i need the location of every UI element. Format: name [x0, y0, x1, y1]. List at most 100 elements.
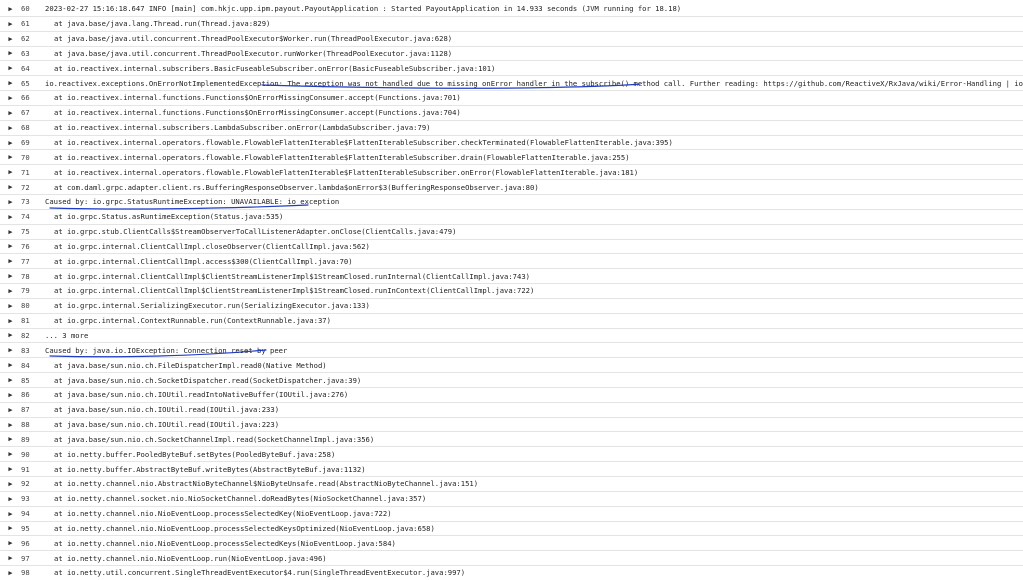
expand-toggle-icon[interactable]: ▶: [6, 376, 15, 384]
line-number: 62: [21, 34, 30, 44]
expand-toggle-icon[interactable]: ▶: [6, 20, 15, 28]
expand-toggle-icon[interactable]: ▶: [6, 213, 15, 221]
log-row[interactable]: ▶ 84 at java.base/sun.nio.ch.FileDispatche…: [0, 358, 1023, 374]
expand-toggle-icon[interactable]: ▶: [6, 450, 15, 458]
expand-toggle-icon[interactable]: ▶: [6, 228, 15, 236]
expand-toggle-icon[interactable]: ▶: [6, 524, 15, 532]
log-message: at io.reactivex.internal.operators.flowa…: [54, 138, 673, 148]
expand-toggle-icon[interactable]: ▶: [6, 242, 15, 250]
expand-toggle-icon[interactable]: ▶: [6, 49, 15, 57]
expand-toggle-icon[interactable]: ▶: [6, 183, 15, 191]
line-number: 89: [21, 434, 30, 444]
log-message: at io.grpc.internal.SerializingExecutor.…: [54, 301, 370, 311]
log-row[interactable]: ▶ 96 at io.netty.channel.nio.NioEventLoop.…: [0, 536, 1023, 552]
log-row[interactable]: ▶ 72 at com.daml.grpc.adapter.client.rs.Bu…: [0, 180, 1023, 195]
log-row[interactable]: ▶ 81 at io.grpc.internal.ContextRunnable.r…: [0, 314, 1023, 329]
log-row[interactable]: ▶ 71 at io.reactivex.internal.operators.fl…: [0, 165, 1023, 181]
log-row[interactable]: ▶ 77 at io.grpc.internal.ClientCallImpl.ac…: [0, 254, 1023, 270]
expand-toggle-icon[interactable]: ▶: [6, 198, 15, 206]
expand-toggle-icon[interactable]: ▶: [6, 361, 15, 369]
expand-toggle-icon[interactable]: ▶: [6, 153, 15, 161]
log-viewer[interactable]: ▶ 60 2023-02-27 15:16:18.647 INFO [main] c…: [0, 0, 1023, 580]
expand-toggle-icon[interactable]: ▶: [6, 168, 15, 176]
log-row[interactable]: ▶ 97 at io.netty.channel.nio.NioEventLoop.…: [0, 551, 1023, 567]
log-row[interactable]: ▶ 73 Caused by: io.grpc.StatusRuntimeExcep…: [0, 195, 1023, 210]
log-message: at io.netty.channel.nio.NioEventLoop.pro…: [54, 523, 435, 533]
line-number: 77: [21, 256, 30, 266]
log-row[interactable]: ▶ 65 io.reactivex.exceptions.OnErrorNotImp…: [0, 76, 1023, 92]
line-number: 84: [21, 360, 30, 370]
log-row[interactable]: ▶ 74 at io.grpc.Status.asRuntimeException(…: [0, 210, 1023, 225]
log-row[interactable]: ▶ 82 ... 3 more: [0, 329, 1023, 344]
log-row[interactable]: ▶ 91 at io.netty.buffer.AbstractByteBuf.wr…: [0, 462, 1023, 477]
log-row[interactable]: ▶ 76 at io.grpc.internal.ClientCallImpl.cl…: [0, 240, 1023, 255]
expand-toggle-icon[interactable]: ▶: [6, 435, 15, 443]
log-row[interactable]: ▶ 67 at io.reactivex.internal.functions.Fu…: [0, 106, 1023, 121]
log-message: at java.base/sun.nio.ch.IOUtil.read(IOUt…: [54, 420, 280, 430]
log-row[interactable]: ▶ 80 at io.grpc.internal.SerializingExecut…: [0, 299, 1023, 314]
log-row[interactable]: ▶ 75 at io.grpc.stub.ClientCalls$StreamObs…: [0, 225, 1023, 240]
log-row[interactable]: ▶ 69 at io.reactivex.internal.operators.fl…: [0, 136, 1023, 151]
expand-toggle-icon[interactable]: ▶: [6, 257, 15, 265]
expand-toggle-icon[interactable]: ▶: [6, 287, 15, 295]
expand-toggle-icon[interactable]: ▶: [6, 406, 15, 414]
log-message: ... 3 more: [45, 330, 89, 340]
line-number: 72: [21, 182, 30, 192]
log-row[interactable]: ▶ 87 at java.base/sun.nio.ch.IOUtil.read(I…: [0, 403, 1023, 418]
expand-toggle-icon[interactable]: ▶: [6, 94, 15, 102]
expand-toggle-icon[interactable]: ▶: [6, 317, 15, 325]
log-row[interactable]: ▶ 93 at io.netty.channel.socket.nio.NioSoc…: [0, 492, 1023, 507]
line-number: 86: [21, 390, 30, 400]
log-row[interactable]: ▶ 95 at io.netty.channel.nio.NioEventLoop.…: [0, 522, 1023, 537]
log-message: 2023-02-27 15:16:18.647 INFO [main] com.…: [45, 4, 682, 14]
log-row[interactable]: ▶ 88 at java.base/sun.nio.ch.IOUtil.read(I…: [0, 418, 1023, 433]
expand-toggle-icon[interactable]: ▶: [6, 495, 15, 503]
expand-toggle-icon[interactable]: ▶: [6, 554, 15, 562]
log-row[interactable]: ▶ 89 at java.base/sun.nio.ch.SocketChannel…: [0, 432, 1023, 448]
line-number: 90: [21, 449, 30, 459]
log-message: at io.reactivex.internal.functions.Funct…: [54, 108, 461, 118]
log-message: at io.grpc.internal.ClientCallImpl$Clien…: [54, 286, 535, 296]
log-message: at io.reactivex.internal.operators.flowa…: [54, 152, 630, 162]
expand-toggle-icon[interactable]: ▶: [6, 79, 15, 87]
expand-toggle-icon[interactable]: ▶: [6, 272, 15, 280]
log-row[interactable]: ▶ 70 at io.reactivex.internal.operators.fl…: [0, 150, 1023, 166]
expand-toggle-icon[interactable]: ▶: [6, 109, 15, 117]
expand-toggle-icon[interactable]: ▶: [6, 465, 15, 473]
log-row[interactable]: ▶ 62 at java.base/java.util.concurrent.Thr…: [0, 32, 1023, 47]
expand-toggle-icon[interactable]: ▶: [6, 302, 15, 310]
log-row[interactable]: ▶ 61 at java.base/java.lang.Thread.run(Thr…: [0, 17, 1023, 32]
log-row[interactable]: ▶ 64 at io.reactivex.internal.subscribers.…: [0, 61, 1023, 77]
expand-toggle-icon[interactable]: ▶: [6, 391, 15, 399]
log-message: at io.reactivex.internal.subscribers.Bas…: [54, 63, 496, 73]
line-number: 79: [21, 286, 30, 296]
log-row[interactable]: ▶ 86 at java.base/sun.nio.ch.IOUtil.readIn…: [0, 388, 1023, 403]
log-row[interactable]: ▶ 83 Caused by: java.io.IOException: Conne…: [0, 343, 1023, 359]
log-row[interactable]: ▶ 68 at io.reactivex.internal.subscribers.…: [0, 121, 1023, 136]
log-row[interactable]: ▶ 78 at io.grpc.internal.ClientCallImpl$Cl…: [0, 269, 1023, 285]
expand-toggle-icon[interactable]: ▶: [6, 331, 15, 339]
line-number: 85: [21, 375, 30, 385]
expand-toggle-icon[interactable]: ▶: [6, 35, 15, 43]
expand-toggle-icon[interactable]: ▶: [6, 5, 15, 13]
expand-toggle-icon[interactable]: ▶: [6, 139, 15, 147]
log-row[interactable]: ▶ 79 at io.grpc.internal.ClientCallImpl$Cl…: [0, 284, 1023, 299]
expand-toggle-icon[interactable]: ▶: [6, 510, 15, 518]
log-row[interactable]: ▶ 92 at io.netty.channel.nio.AbstractNioBy…: [0, 477, 1023, 492]
log-row[interactable]: ▶ 60 2023-02-27 15:16:18.647 INFO [main] c…: [0, 2, 1023, 17]
log-row[interactable]: ▶ 85 at java.base/sun.nio.ch.SocketDispatc…: [0, 373, 1023, 388]
log-row[interactable]: ▶ 90 at io.netty.buffer.PooledByteBuf.setB…: [0, 447, 1023, 463]
expand-toggle-icon[interactable]: ▶: [6, 124, 15, 132]
log-message: at io.reactivex.internal.functions.Funct…: [54, 93, 461, 103]
expand-toggle-icon[interactable]: ▶: [6, 539, 15, 547]
expand-toggle-icon[interactable]: ▶: [6, 346, 15, 354]
expand-toggle-icon[interactable]: ▶: [6, 64, 15, 72]
log-row[interactable]: ▶ 66 at io.reactivex.internal.functions.Fu…: [0, 91, 1023, 106]
expand-toggle-icon[interactable]: ▶: [6, 569, 15, 577]
line-number: 91: [21, 464, 30, 474]
log-row[interactable]: ▶ 94 at io.netty.channel.nio.NioEventLoop.…: [0, 507, 1023, 522]
expand-toggle-icon[interactable]: ▶: [6, 480, 15, 488]
log-row[interactable]: ▶ 98 at io.netty.util.concurrent.SingleThr…: [0, 566, 1023, 580]
log-row[interactable]: ▶ 63 at java.base/java.util.concurrent.Thr…: [0, 47, 1023, 62]
expand-toggle-icon[interactable]: ▶: [6, 421, 15, 429]
